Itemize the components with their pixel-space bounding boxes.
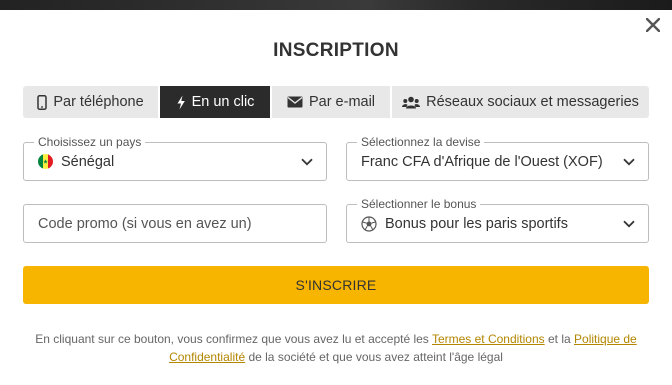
tab-phone[interactable]: Par téléphone <box>23 86 160 118</box>
chevron-down-icon <box>300 155 314 169</box>
page-backdrop <box>0 0 672 10</box>
currency-select[interactable]: Sélectionnez la devise Franc CFA d'Afriq… <box>346 135 649 181</box>
currency-select-legend: Sélectionnez la devise <box>357 135 485 149</box>
country-select-legend: Choisissez un pays <box>34 135 146 149</box>
registration-method-tabs: Par téléphone En un clic Par e-mail Rése… <box>23 86 649 118</box>
modal-title: INSCRIPTION <box>273 40 399 61</box>
country-select[interactable]: Choisissez un pays Sénégal <box>23 135 327 181</box>
phone-icon <box>37 94 48 110</box>
legal-notice: En cliquant sur ce bouton, vous confirme… <box>30 330 642 366</box>
envelope-icon <box>287 96 303 108</box>
country-value: Sénégal <box>61 153 115 170</box>
legal-text-after: de la société et que vous avez atteint l… <box>245 350 503 364</box>
tab-social-networks-label: Réseaux sociaux et messageries <box>426 94 639 110</box>
chevron-down-icon <box>622 217 636 231</box>
legal-text-before: En cliquant sur ce bouton, vous confirme… <box>35 332 432 346</box>
lightning-icon <box>177 95 185 109</box>
close-icon <box>646 18 660 32</box>
currency-value: Franc CFA d'Afrique de l'Ouest (XOF) <box>361 153 603 170</box>
chevron-down-icon <box>622 155 636 169</box>
tab-phone-label: Par téléphone <box>53 94 144 110</box>
senegal-flag-icon <box>38 154 53 169</box>
users-icon <box>402 96 421 108</box>
terms-link[interactable]: Termes et Conditions <box>432 332 545 346</box>
promo-code-placeholder: Code promo (si vous en avez un) <box>38 215 252 232</box>
register-button[interactable]: S'INSCRIRE <box>23 266 649 304</box>
legal-text-middle: et la <box>544 332 575 346</box>
bonus-select-legend: Sélectionner le bonus <box>357 197 481 211</box>
registration-modal: INSCRIPTION Par téléphone En un clic Par… <box>0 10 672 385</box>
promo-code-input[interactable]: Code promo (si vous en avez un) <box>23 204 327 243</box>
tab-one-click[interactable]: En un clic <box>160 86 272 118</box>
tab-email-label: Par e-mail <box>308 94 376 110</box>
bonus-select[interactable]: Sélectionner le bonus Bonus pour les par… <box>346 197 649 243</box>
soccer-ball-icon <box>361 215 377 232</box>
tab-one-click-label: En un clic <box>191 94 255 110</box>
tab-email[interactable]: Par e-mail <box>272 86 392 118</box>
tab-social-networks[interactable]: Réseaux sociaux et messageries <box>392 86 649 118</box>
close-button[interactable] <box>642 14 664 36</box>
bonus-value: Bonus pour les paris sportifs <box>385 215 568 232</box>
